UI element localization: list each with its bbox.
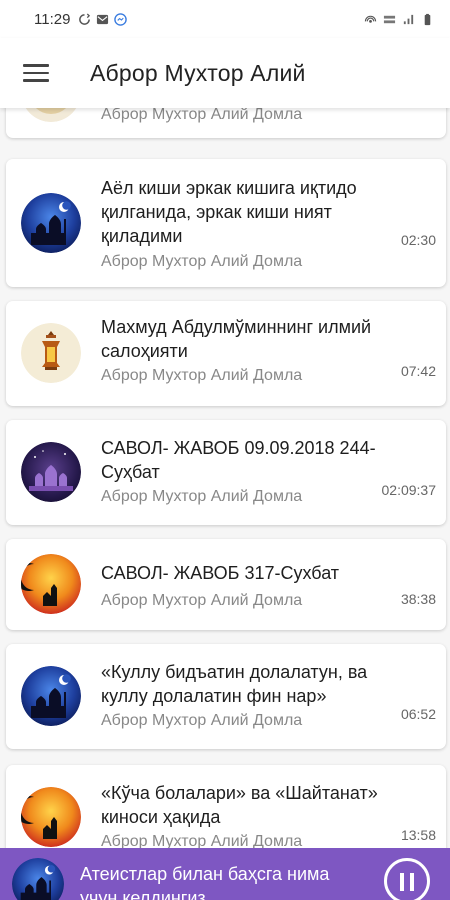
pause-button[interactable] — [384, 858, 430, 900]
item-title: Махмуд Абдулмўминнинг илмий салоҳияти — [101, 317, 372, 361]
mosque-night-icon — [21, 666, 81, 726]
sync-icon — [79, 12, 91, 25]
status-time: 11:29 — [34, 10, 71, 28]
item-author: Аброр Мухтор Алий Домла — [101, 253, 303, 270]
item-duration: 02:30 — [400, 232, 436, 248]
battery-icon — [424, 13, 431, 25]
item-title: Аёл киши эркак кишига иқтидо қилганида, … — [101, 178, 357, 246]
crescent-sunset-icon — [21, 554, 81, 614]
lantern-icon — [21, 323, 81, 383]
item-author: Аброр Мухтор Алий Домла — [101, 108, 303, 123]
list-item[interactable]: «Кўча болалари» ва «Шайтанат» киноси ҳақ… — [6, 765, 446, 848]
pause-icon — [400, 873, 404, 891]
hamburger-menu-icon[interactable] — [18, 55, 54, 91]
mosque-night-icon — [12, 858, 64, 900]
list-item[interactable]: «Куллу бидъатин долалатун, ва куллу дола… — [6, 644, 446, 749]
now-playing-title: Атеистлар билан баҳсга нима учун келдинг… — [80, 864, 330, 900]
status-bar: 11:29 — [0, 0, 450, 38]
list-item[interactable]: САВОЛ- ЖАВОБ 317-Сухбат Аброр Мухтор Али… — [6, 539, 446, 630]
list-item[interactable]: Аброр Мухтор Алий Домла — [6, 108, 446, 138]
app-bar: Аброр Мухтор Алий — [0, 38, 450, 108]
item-duration: 13:58 — [400, 827, 436, 843]
audio-list[interactable]: Аброр Мухтор Алий Домла Аёл киши эркак к… — [0, 108, 450, 848]
mosque-night-icon — [21, 193, 81, 253]
item-title: «Кўча болалари» ва «Шайтанат» киноси ҳақ… — [101, 783, 378, 827]
list-item[interactable]: САВОЛ- ЖАВОБ 09.09.2018 244-Суҳбат Аброр… — [6, 420, 446, 525]
list-item[interactable]: Махмуд Абдулмўминнинг илмий салоҳияти Аб… — [6, 301, 446, 406]
item-title: «Куллу бидъатин долалатун, ва куллу дола… — [101, 662, 368, 706]
volte-icon — [383, 15, 396, 23]
list-item[interactable]: Аёл киши эркак кишига иқтидо қилганида, … — [6, 159, 446, 287]
item-title: САВОЛ- ЖАВОБ 09.09.2018 244-Суҳбат — [101, 438, 376, 482]
crescent-sunset-icon — [21, 787, 81, 847]
item-author: Аброр Мухтор Алий Домла — [101, 833, 303, 848]
page-title: Аброр Мухтор Алий — [90, 59, 306, 86]
item-duration: 07:42 — [400, 363, 436, 379]
scroll-partial-icon — [21, 108, 81, 122]
item-author: Аброр Мухтор Алий Домла — [101, 488, 303, 505]
item-title: САВОЛ- ЖАВОБ 317-Сухбат — [101, 563, 340, 583]
mosque-purple-icon — [21, 442, 81, 502]
item-duration: 02:09:37 — [381, 482, 437, 498]
signal-icon — [403, 14, 414, 24]
item-author: Аброр Мухтор Алий Домла — [101, 712, 303, 729]
item-duration: 06:52 — [400, 706, 436, 722]
pause-icon — [410, 873, 414, 891]
mail-icon — [97, 14, 109, 24]
now-playing-bar[interactable]: Атеистлар билан баҳсга нима учун келдинг… — [0, 848, 450, 900]
item-duration: 38:38 — [400, 591, 436, 607]
item-author: Аброр Мухтор Алий Домла — [101, 367, 303, 384]
messenger-icon — [114, 12, 128, 26]
hotspot-icon — [364, 15, 377, 23]
item-author: Аброр Мухтор Алий Домла — [101, 592, 303, 609]
